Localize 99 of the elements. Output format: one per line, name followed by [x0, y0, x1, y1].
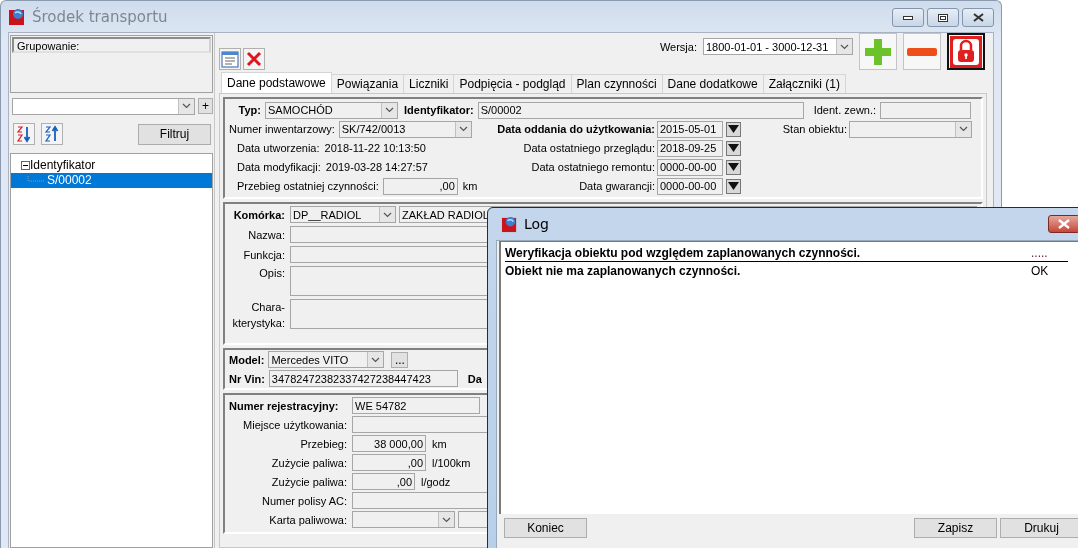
dropdown[interactable]: SK/742/0013 [338, 120, 472, 138]
text-field[interactable]: 2018-09-25 [657, 139, 723, 157]
text-field[interactable]: 0000-00-00 [657, 177, 723, 195]
unit-label: l/godz [420, 475, 451, 488]
tree-item[interactable]: Identyfikator [11, 158, 212, 173]
field-label: Wersja: [659, 39, 698, 54]
log-status: ..... [1031, 246, 1049, 260]
restore-icon [938, 13, 948, 22]
tree-item[interactable]: S/00002 [11, 173, 212, 188]
log-message: Obiekt nie ma zaplanowanych czynności. [505, 263, 741, 278]
log-message: Weryfikacja obiektu pod względem zaplanowanych czynności. [505, 246, 861, 260]
document-icon[interactable] [219, 48, 241, 70]
filter-button[interactable]: Filtruj [138, 123, 211, 145]
collapse-icon[interactable] [21, 161, 30, 170]
field-label: Data ostatniego remontu: [530, 160, 656, 174]
field-label: Model: [229, 352, 266, 367]
field-label: Zużycie paliwa: [270, 474, 348, 489]
app-icon [8, 7, 26, 26]
date-picker-button[interactable] [726, 159, 741, 175]
add-button[interactable]: + [198, 98, 213, 114]
date-picker-button[interactable] [726, 121, 741, 137]
date-picker-button[interactable] [726, 178, 741, 194]
date-picker-button[interactable] [726, 140, 741, 156]
field-label: Data oddania do użytkowania: [496, 122, 656, 136]
remove-icon[interactable] [903, 33, 941, 70]
text-field[interactable]: 2015-05-01 [657, 120, 723, 138]
field-label: Przebieg ostatniej czynności: [237, 179, 380, 193]
field-label: Nazwa: [247, 227, 286, 242]
dropdown[interactable]: DP__RADIOL [290, 206, 396, 223]
tab[interactable]: Dane podstawowe [221, 72, 332, 93]
created-value: 2018-11-22 10:13:50 [324, 142, 426, 154]
field-label: Zużycie paliwa: [270, 455, 348, 470]
field-label: Numer polisy AC: [261, 493, 348, 508]
field-label: Numer rejestracyjny: [229, 398, 340, 413]
field-label: Komórka: [232, 207, 286, 222]
field-label: Data modyfikacji: [237, 160, 322, 174]
field-label: Karta paliwowa: [268, 512, 348, 527]
field-label: Funkcja: [242, 247, 286, 262]
lock-icon[interactable] [947, 33, 985, 70]
grouping-label: Grupowanie: [17, 40, 81, 52]
chevron-down-icon [182, 103, 191, 109]
text-field[interactable]: 34782472382337427238447423 [268, 370, 458, 387]
chevron-down-icon [371, 356, 381, 363]
text-field[interactable]: 0000-00-00 [657, 158, 723, 176]
chevron-down-icon [442, 516, 451, 523]
text-field[interactable]: ,00 [352, 454, 426, 471]
field-label: Ident. zewn.: [813, 103, 878, 117]
tab[interactable]: Powiązania [330, 74, 405, 93]
field-label: Opis: [258, 266, 286, 280]
field-label: Data utworzenia: [237, 141, 321, 155]
restore-button[interactable] [927, 8, 959, 27]
window-title: Środek transportu [32, 7, 168, 26]
dropdown[interactable]: Mercedes VITO [268, 351, 385, 368]
text-field[interactable]: WE 54782 [352, 397, 480, 414]
field-label: Da [467, 371, 483, 386]
field-label: Chara- kterystyka: [231, 300, 286, 331]
chevron-down-icon [385, 107, 394, 113]
delete-icon[interactable] [243, 48, 265, 70]
text-field[interactable]: ,00 [352, 473, 415, 490]
close-icon [972, 13, 984, 22]
dialog-button[interactable]: Zapisz [914, 518, 997, 538]
field-label: Stan obiektu: [781, 122, 848, 136]
text-field[interactable]: ,00 [382, 177, 458, 195]
chevron-down-icon [383, 211, 392, 218]
unit-label: km [461, 180, 478, 192]
unit-label: km [431, 437, 447, 450]
minimize-button[interactable] [892, 8, 924, 27]
dropdown[interactable]: SAMOCHÓD [265, 101, 398, 119]
more-button[interactable]: ... [391, 351, 409, 368]
sort-ascending-icon[interactable] [13, 123, 35, 145]
field-label: Przebieg: [299, 436, 348, 451]
log-status: OK [1031, 263, 1050, 278]
field-label: Miejsce użytkowania: [242, 417, 348, 432]
tab[interactable]: Plan czynności [570, 74, 663, 93]
text-field[interactable]: 38 000,00 [352, 435, 426, 452]
close-icon [1058, 219, 1070, 229]
field-label: Nr Vin: [229, 371, 266, 386]
modified-value: 2019-03-28 14:27:57 [325, 161, 428, 173]
tab[interactable]: Załączniki (1) [762, 74, 847, 93]
tab[interactable]: Podpięcia - podgląd [453, 74, 572, 93]
field-label: Typ: [237, 103, 262, 117]
unit-label: l/100km [431, 456, 471, 469]
field-label: Identyfikator: [404, 103, 475, 117]
dialog-title: Log [524, 216, 549, 232]
dialog-button[interactable]: Koniec [504, 518, 587, 538]
version-dropdown[interactable]: 1800-01-01 - 3000-12-31 [703, 38, 853, 55]
app-icon [501, 215, 518, 233]
dialog-button[interactable]: Drukuj [1000, 518, 1078, 538]
chevron-down-icon [840, 43, 849, 50]
close-button[interactable] [1048, 215, 1078, 233]
close-button[interactable] [962, 8, 994, 27]
field-label: Numer inwentarzowy: [229, 122, 336, 136]
chevron-down-icon [458, 126, 468, 132]
text-field[interactable]: S/00002 [477, 101, 804, 119]
sort-descending-icon[interactable] [41, 123, 63, 145]
minimize-icon [903, 15, 913, 20]
chevron-down-icon [959, 126, 968, 132]
text-field[interactable] [880, 101, 972, 119]
field-label: Data ostatniego przeglądu: [522, 141, 656, 155]
